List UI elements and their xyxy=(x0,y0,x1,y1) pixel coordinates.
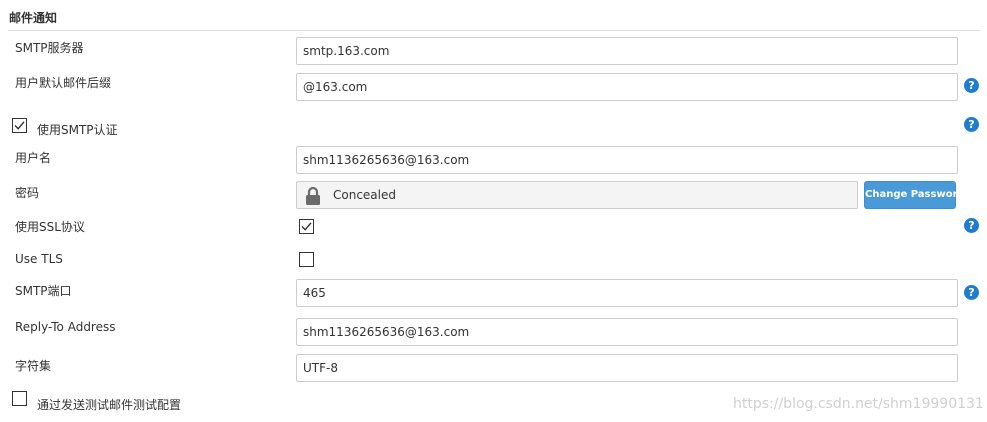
charset-input[interactable]: UTF-8 xyxy=(296,354,958,382)
smtp-server-label: SMTP服务器 xyxy=(15,41,84,55)
help-icon[interactable]: ? xyxy=(964,218,979,233)
reply-to-label: Reply-To Address xyxy=(15,320,116,334)
default-suffix-label: 用户默认邮件后缀 xyxy=(15,76,112,90)
use-smtp-auth-label: 使用SMTP认证 xyxy=(37,123,118,137)
password-field: Concealed xyxy=(296,181,858,209)
section-title: 邮件通知 xyxy=(9,11,58,25)
use-ssl-label: 使用SSL协议 xyxy=(15,220,85,234)
username-input[interactable]: shm1136265636@163.com xyxy=(296,146,958,174)
checkmark-icon xyxy=(301,222,312,231)
smtp-port-label: SMTP端口 xyxy=(15,284,72,298)
password-concealed-text: Concealed xyxy=(333,188,396,202)
charset-label: 字符集 xyxy=(15,359,52,373)
reply-to-input[interactable]: shm1136265636@163.com xyxy=(296,318,958,346)
smtp-port-input[interactable]: 465 xyxy=(296,279,958,307)
lock-icon xyxy=(306,186,320,205)
username-label: 用户名 xyxy=(15,151,52,165)
change-password-button[interactable]: Change Password xyxy=(864,181,965,209)
test-config-label: 通过发送测试邮件测试配置 xyxy=(37,398,182,412)
help-icon[interactable]: ? xyxy=(964,117,979,132)
password-label: 密码 xyxy=(15,186,40,200)
help-icon[interactable]: ? xyxy=(964,285,979,300)
default-suffix-input[interactable]: @163.com xyxy=(296,73,958,101)
use-tls-label: Use TLS xyxy=(15,252,63,266)
test-config-checkbox[interactable] xyxy=(12,391,27,406)
smtp-server-input[interactable]: smtp.163.com xyxy=(296,37,958,65)
help-icon[interactable]: ? xyxy=(964,78,979,93)
use-tls-checkbox[interactable] xyxy=(299,252,314,267)
section-divider xyxy=(8,30,980,31)
watermark: https://blog.csdn.net/shm19990131 xyxy=(733,396,984,412)
use-ssl-checkbox[interactable] xyxy=(299,219,314,234)
checkmark-icon xyxy=(14,121,25,130)
use-smtp-auth-checkbox[interactable] xyxy=(12,118,27,133)
